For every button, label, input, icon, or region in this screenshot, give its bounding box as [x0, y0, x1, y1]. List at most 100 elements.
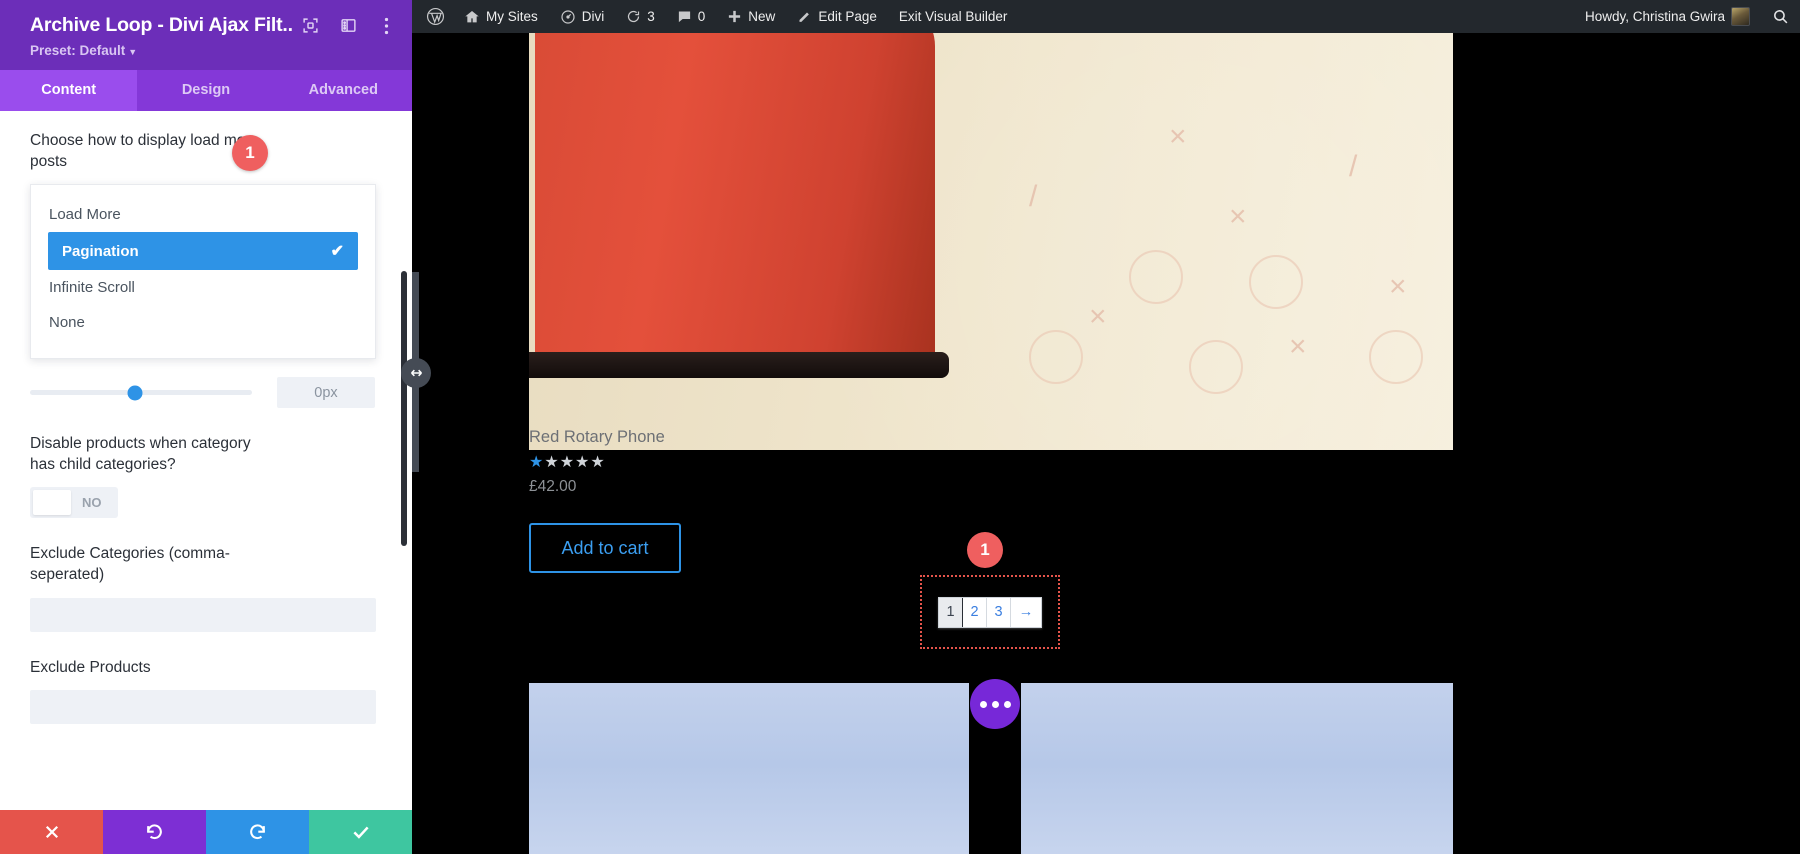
ab-item-my-sites[interactable]: My Sites	[453, 0, 549, 33]
ab-label-exit-visual-builder: Exit Visual Builder	[898, 9, 1008, 24]
exclude-products-input[interactable]	[30, 690, 376, 725]
dropdown-option-infinite-scroll[interactable]: Infinite Scroll	[31, 270, 375, 305]
panel-body: Choose how to display load more posts 1 …	[0, 111, 412, 810]
pagination-module-outline: 1 2 3 →	[920, 575, 1060, 649]
product-title[interactable]: Red Rotary Phone	[529, 428, 665, 447]
add-to-cart-button[interactable]: Add to cart	[529, 523, 681, 573]
redo-icon	[250, 823, 265, 839]
ab-item-exit-visual-builder[interactable]: Exit Visual Builder	[888, 0, 1019, 33]
wordpress-logo-button[interactable]	[412, 0, 453, 33]
star-empty: ★	[559, 454, 575, 471]
focus-target-icon[interactable]	[300, 16, 320, 36]
module-options-dots-button[interactable]	[970, 679, 1020, 729]
ab-item-howdy[interactable]: Howdy, Christina Gwira	[1574, 0, 1761, 33]
display-mode-dropdown: Load More Pagination ✔ Infinite Scroll N…	[30, 184, 376, 360]
exclude-products-label: Exclude Products	[30, 658, 151, 676]
redo-button[interactable]	[206, 810, 309, 854]
save-check-icon	[352, 826, 369, 839]
sites-house-icon	[464, 9, 480, 25]
star-empty: ★	[544, 454, 559, 471]
dot-icon	[1003, 700, 1011, 708]
panel-resize-grip[interactable]	[401, 358, 431, 388]
more-vertical-icon[interactable]	[376, 16, 396, 36]
panel-layout-icon[interactable]	[338, 16, 358, 36]
tab-design[interactable]: Design	[137, 70, 274, 111]
divi-gauge-icon	[560, 9, 576, 25]
display-mode-label-row: Choose how to display load more posts 1	[30, 131, 376, 172]
ab-item-search[interactable]	[1761, 0, 1800, 33]
step-badge-display-mode: 1	[232, 135, 268, 171]
disable-products-label: Disable products when category has child…	[30, 435, 251, 473]
cancel-button[interactable]	[0, 810, 103, 854]
panel-header-icons	[292, 16, 396, 36]
page-link-2[interactable]: 2	[963, 597, 987, 627]
pencil-icon	[797, 9, 812, 24]
ab-label-new: New	[748, 9, 776, 24]
dropdown-option-load-more[interactable]: Load More	[31, 197, 375, 232]
product-rating-stars: ★ ★ ★ ★ ★	[529, 455, 605, 471]
preset-row: Preset: Default ▼	[30, 42, 396, 60]
page-canvas: × × × × / / × Red Rotary Phone ★ ★ ★ ★ ★…	[412, 33, 1800, 854]
panel-header: Archive Loop - Divi Ajax Filt... Preset:…	[0, 0, 412, 70]
star-empty: ★	[575, 454, 590, 471]
panel-tabs: Content Design Advanced	[0, 70, 412, 111]
dropdown-option-pagination-label: Pagination	[62, 242, 139, 260]
panel-scrollbar[interactable]	[401, 271, 407, 546]
check-icon: ✔	[330, 243, 344, 261]
disable-products-toggle[interactable]: NO	[30, 487, 118, 519]
panel-footer	[0, 810, 412, 854]
dropdown-option-pagination[interactable]: Pagination ✔	[48, 232, 358, 271]
screen-root: My Sites Divi 3 0 New Edit Page Exit Vis…	[0, 0, 1800, 854]
ab-item-updates[interactable]: 3	[615, 0, 666, 33]
resize-arrows-icon	[410, 369, 422, 377]
pagination: 1 2 3 →	[938, 596, 1042, 628]
spacing-slider[interactable]	[30, 385, 252, 401]
dot-icon	[991, 700, 999, 708]
ab-label-updates: 3	[647, 9, 655, 24]
dropdown-option-none[interactable]: None	[31, 305, 375, 340]
wp-admin-bar: My Sites Divi 3 0 New Edit Page Exit Vis…	[412, 0, 1800, 33]
dot-icon	[979, 700, 987, 708]
page-link-1[interactable]: 1	[939, 597, 963, 627]
wordpress-logo-icon	[426, 7, 445, 26]
page-link-3[interactable]: 3	[987, 597, 1011, 627]
slider-thumb[interactable]	[127, 385, 143, 401]
product-price: £42.00	[529, 478, 577, 495]
step-badge-pagination: 1	[967, 532, 1003, 568]
save-button[interactable]	[309, 810, 412, 854]
ab-item-edit-page[interactable]: Edit Page	[786, 0, 888, 33]
undo-button[interactable]	[103, 810, 206, 854]
plus-icon	[727, 9, 742, 24]
exclude-categories-input[interactable]	[30, 597, 376, 632]
spacing-slider-row: 0px	[30, 377, 376, 409]
toggle-state-label: NO	[82, 495, 102, 511]
preset-selector[interactable]: Preset: Default	[30, 43, 125, 58]
ab-label-divi: Divi	[581, 9, 605, 24]
tab-advanced[interactable]: Advanced	[275, 70, 412, 111]
ab-item-divi[interactable]: Divi	[549, 0, 616, 33]
spacing-value-field[interactable]: 0px	[277, 377, 375, 409]
ab-label-howdy: Howdy, Christina Gwira	[1584, 9, 1725, 24]
comments-bubble-icon	[677, 9, 692, 24]
undo-icon	[147, 823, 162, 839]
toggle-knob	[33, 490, 71, 516]
ab-item-new[interactable]: New	[716, 0, 786, 33]
cancel-x-icon	[45, 825, 58, 839]
ab-label-edit-page: Edit Page	[818, 9, 877, 24]
phone-base	[529, 352, 949, 378]
exclude-categories-label: Exclude Categories (comma-seperated)	[30, 545, 230, 584]
page-title: Archive Loop - Divi Ajax Filt...	[30, 14, 292, 36]
phone-body	[535, 33, 935, 372]
updates-refresh-icon	[626, 9, 641, 24]
page-next-arrow-icon[interactable]: →	[1011, 598, 1041, 627]
module-settings-panel: Archive Loop - Divi Ajax Filt... Preset:…	[0, 0, 412, 854]
avatar	[1731, 7, 1750, 26]
chevron-down-icon[interactable]: ▼	[128, 47, 137, 57]
ab-label-my-sites: My Sites	[486, 9, 538, 24]
product-image-rotary-phone: × × × × / / ×	[529, 33, 1453, 450]
tab-content[interactable]: Content	[0, 70, 138, 111]
search-icon	[1772, 8, 1789, 25]
ab-label-comments: 0	[697, 9, 706, 24]
star-empty: ★	[590, 454, 605, 471]
ab-item-comments[interactable]: 0	[666, 0, 717, 33]
